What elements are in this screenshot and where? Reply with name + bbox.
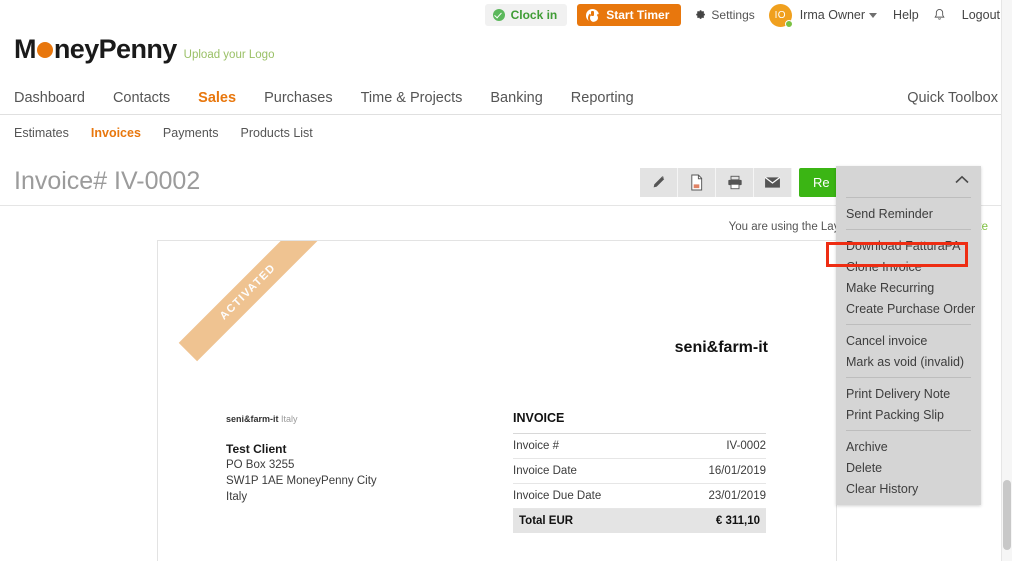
invoice-client-line-2: SW1P 1AE MoneyPenny City (226, 473, 377, 489)
invoice-preview-document: ACTIVATED seni&farm-it seni&farm-it Ital… (157, 240, 837, 561)
invoice-date-value: 16/01/2019 (708, 465, 766, 477)
subnav-item-products-list[interactable]: Products List (241, 126, 313, 140)
username-label[interactable]: Irma Owner (800, 8, 865, 22)
invoice-total-row: Total EUR € 311,10 (513, 509, 766, 533)
envelope-icon (764, 176, 781, 189)
menu-item-archive[interactable]: Archive (836, 436, 981, 457)
email-invoice-button[interactable] (754, 168, 792, 197)
settings-label: Settings (711, 8, 754, 22)
nav-item-dashboard[interactable]: Dashboard (14, 90, 85, 106)
invoice-company-name: seni&farm-it (675, 339, 768, 357)
pdf-file-icon (689, 174, 704, 191)
invoice-client-name: Test Client (226, 441, 377, 457)
invoice-number-value: IV-0002 (726, 440, 766, 452)
scrollbar-thumb[interactable] (1003, 480, 1011, 550)
invoice-date-label: Invoice Date (513, 465, 577, 477)
start-timer-label: Start Timer (606, 8, 669, 22)
subnav-item-estimates[interactable]: Estimates (14, 126, 69, 140)
start-timer-button[interactable]: Start Timer (577, 4, 681, 26)
online-status-dot-icon (785, 20, 793, 28)
pencil-icon (651, 175, 666, 190)
invoice-due-date-label: Invoice Due Date (513, 490, 601, 502)
upload-logo-link[interactable]: Upload your Logo (184, 49, 275, 61)
divider (846, 197, 971, 198)
invoice-table-heading: INVOICE (513, 411, 766, 434)
brand-logo[interactable]: M neyPenny Upload your Logo (14, 34, 274, 65)
sub-navigation: Estimates Invoices Payments Products Lis… (0, 119, 1012, 147)
divider (846, 324, 971, 325)
menu-item-print-delivery-note[interactable]: Print Delivery Note (836, 383, 981, 404)
nav-item-reporting[interactable]: Reporting (571, 90, 634, 106)
nav-item-contacts[interactable]: Contacts (113, 90, 170, 106)
table-row: Invoice Date 16/01/2019 (513, 459, 766, 484)
quick-toolbox-link[interactable]: Quick Toolbox (907, 90, 998, 106)
printer-icon (727, 175, 743, 190)
orange-dot-icon (37, 42, 53, 58)
top-utility-bar: Clock in Start Timer Settings IO Irma Ow… (0, 0, 1012, 30)
table-row: Invoice Due Date 23/01/2019 (513, 484, 766, 509)
print-invoice-button[interactable] (716, 168, 754, 197)
invoice-client-line-3: Italy (226, 489, 377, 505)
brand-name: M neyPenny (14, 34, 177, 65)
invoice-number-label: Invoice # (513, 440, 559, 452)
subnav-item-payments[interactable]: Payments (163, 126, 219, 140)
nav-item-time-projects[interactable]: Time & Projects (361, 90, 463, 106)
invoice-from-country: Italy (281, 414, 298, 424)
divider (846, 229, 971, 230)
invoice-total-label: Total EUR (519, 515, 573, 527)
gear-icon (695, 9, 707, 21)
page-title: Invoice# IV-0002 (14, 167, 200, 196)
settings-link[interactable]: Settings (695, 8, 754, 22)
invoice-total-value: € 311,10 (716, 515, 760, 527)
invoice-summary-table: INVOICE Invoice # IV-0002 Invoice Date 1… (513, 411, 766, 533)
activated-ribbon: ACTIVATED (179, 240, 318, 361)
power-timer-icon (586, 9, 599, 22)
edit-invoice-button[interactable] (640, 168, 678, 197)
chevron-up-icon (955, 175, 969, 184)
invoice-detail-page: Clock in Start Timer Settings IO Irma Ow… (0, 0, 1012, 561)
download-pdf-button[interactable] (678, 168, 716, 197)
invoice-client-line-1: PO Box 3255 (226, 457, 377, 473)
nav-item-purchases[interactable]: Purchases (264, 90, 333, 106)
invoice-from-line: seni&farm-it Italy (226, 411, 377, 427)
brand-name-part2: neyPenny (54, 34, 177, 65)
divider (846, 430, 971, 431)
main-navigation: Dashboard Contacts Sales Purchases Time … (0, 82, 1012, 115)
divider (846, 377, 971, 378)
menu-item-download-fatturapa[interactable]: Download FatturaPA (836, 235, 981, 256)
help-link[interactable]: Help (893, 8, 919, 22)
invoice-address-block: seni&farm-it Italy Test Client PO Box 32… (226, 411, 377, 505)
clock-in-label: Clock in (511, 8, 558, 22)
invoice-actions-dropdown: Send Reminder Download FatturaPA Clone I… (836, 166, 981, 505)
avatar[interactable]: IO (769, 4, 792, 27)
invoice-from-company: seni&farm-it (226, 414, 279, 424)
page-scrollbar[interactable] (1001, 0, 1012, 561)
check-circle-icon (493, 9, 505, 21)
chevron-down-icon[interactable] (869, 13, 877, 18)
menu-item-print-packing-slip[interactable]: Print Packing Slip (836, 404, 981, 425)
logout-link[interactable]: Logout (962, 8, 1000, 22)
menu-item-cancel-invoice[interactable]: Cancel invoice (836, 330, 981, 351)
subnav-item-invoices[interactable]: Invoices (91, 126, 141, 140)
brand-name-part1: M (14, 34, 36, 65)
menu-item-make-recurring[interactable]: Make Recurring (836, 277, 981, 298)
bell-icon[interactable] (933, 8, 946, 23)
nav-item-sales[interactable]: Sales (198, 90, 236, 106)
nav-item-banking[interactable]: Banking (490, 90, 542, 106)
menu-item-create-purchase-order[interactable]: Create Purchase Order (836, 298, 981, 319)
invoice-due-date-value: 23/01/2019 (708, 490, 766, 502)
table-row: Invoice # IV-0002 (513, 434, 766, 459)
invoice-action-toolbar: Re (640, 168, 844, 197)
menu-item-send-reminder[interactable]: Send Reminder (836, 203, 981, 224)
menu-item-clear-history[interactable]: Clear History (836, 478, 981, 499)
menu-item-mark-as-void[interactable]: Mark as void (invalid) (836, 351, 981, 372)
clock-in-button[interactable]: Clock in (485, 4, 568, 26)
menu-item-clone-invoice[interactable]: Clone Invoice (836, 256, 981, 277)
dropdown-toggle[interactable] (836, 166, 981, 192)
menu-item-delete[interactable]: Delete (836, 457, 981, 478)
